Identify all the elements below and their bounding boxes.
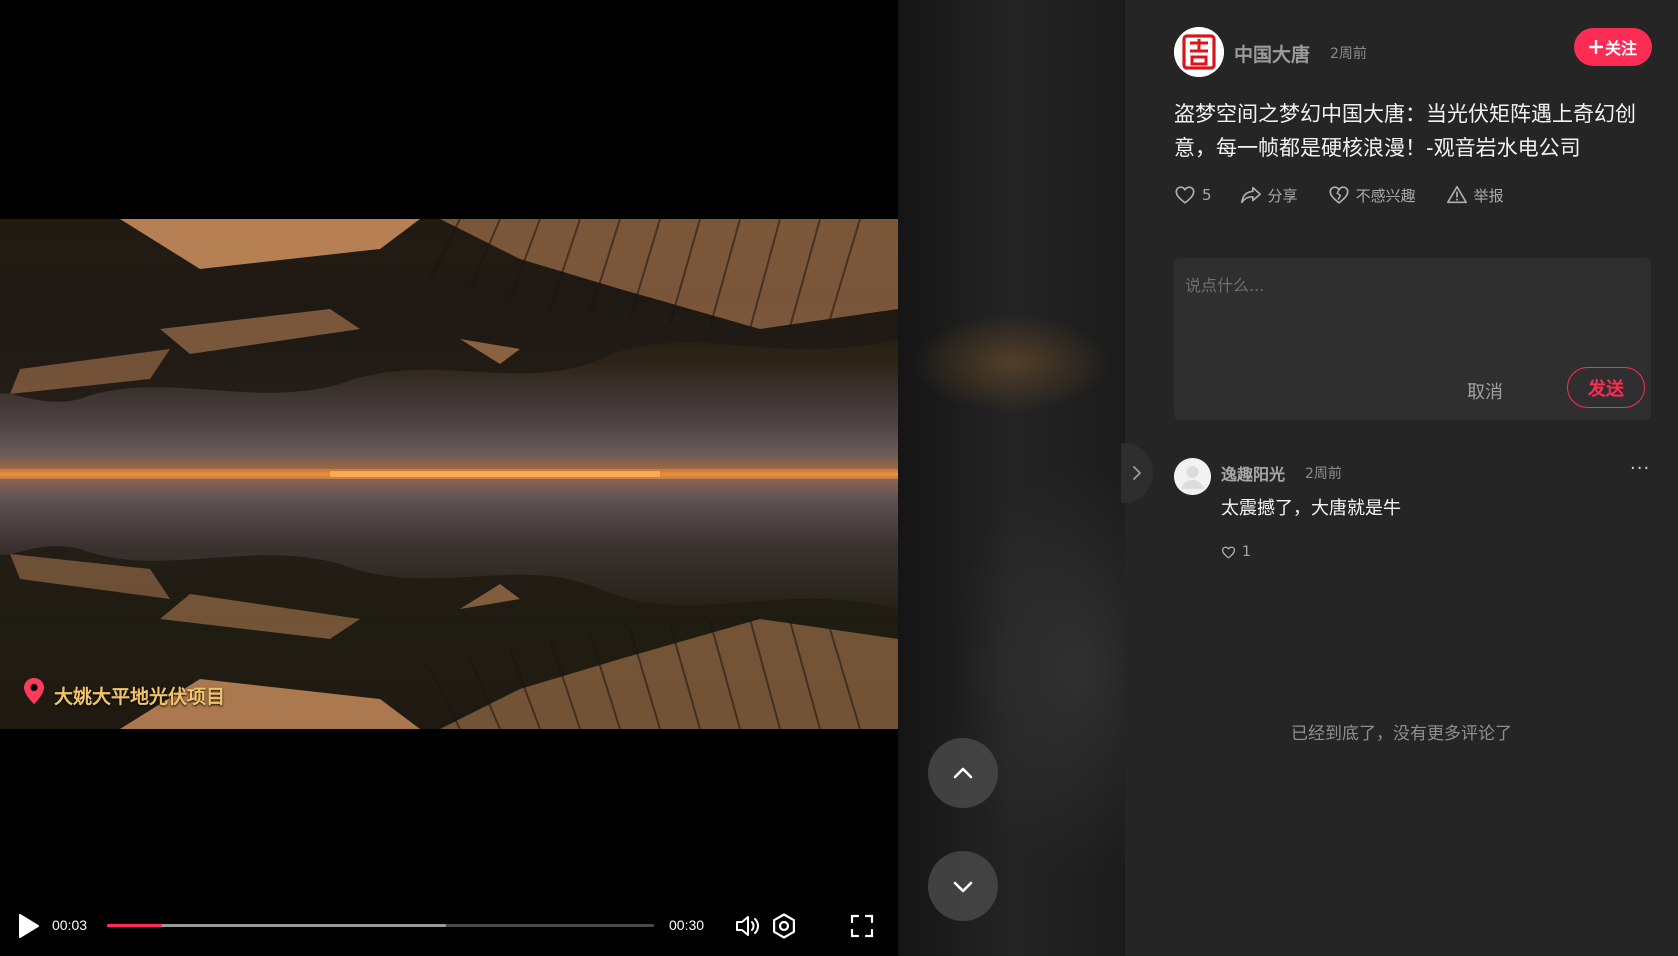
like-count: 5: [1202, 186, 1212, 204]
commenter-name[interactable]: 逸趣阳光: [1221, 461, 1285, 485]
video-controls: 00:03 00:30: [0, 896, 898, 956]
heart-icon: [1221, 546, 1236, 558]
brand-logo-icon: [1174, 27, 1224, 77]
cancel-button[interactable]: 取消: [1467, 378, 1503, 404]
previous-video-button[interactable]: [928, 738, 998, 808]
post-title: 盗梦空间之梦幻中国大唐：当光伏矩阵遇上奇幻创意，每一帧都是硬核浪漫！-观音岩水电…: [1174, 102, 1636, 160]
location-tag: 大姚大平地光伏项目: [24, 672, 225, 709]
comment-like-count: 1: [1242, 544, 1251, 560]
location-pin-icon: [24, 677, 44, 704]
comment-input[interactable]: [1183, 270, 1638, 360]
current-time: 00:03: [52, 917, 88, 933]
report-label: 举报: [1473, 186, 1504, 205]
send-button[interactable]: 发送: [1567, 367, 1645, 408]
end-of-comments: 已经到底了，没有更多评论了: [1291, 724, 1512, 744]
not-interested-button[interactable]: 不感兴趣: [1328, 184, 1416, 206]
commenter-avatar[interactable]: [1174, 458, 1211, 495]
chevron-down-icon: [953, 881, 973, 893]
video-scene: [0, 219, 898, 729]
video-frame[interactable]: [0, 219, 898, 729]
plus-icon: [1588, 40, 1603, 54]
follow-button[interactable]: 关注: [1574, 28, 1652, 66]
author-name[interactable]: 中国大唐: [1234, 40, 1310, 67]
chevron-right-icon: [1133, 466, 1141, 480]
default-avatar-icon: [1174, 458, 1211, 495]
share-button[interactable]: 分享: [1240, 184, 1298, 206]
progress-bar[interactable]: [107, 924, 654, 927]
share-icon: [1240, 186, 1261, 204]
post-actions: 5 分享 不感兴趣 举报: [1174, 184, 1504, 206]
location-label: 大姚大平地光伏项目: [54, 686, 226, 708]
play-icon[interactable]: [18, 913, 40, 939]
video-player[interactable]: 大姚大平地光伏项目 00:03 00:30: [0, 0, 898, 956]
author-avatar[interactable]: [1174, 27, 1224, 77]
collapse-panel-button[interactable]: [1121, 443, 1153, 503]
volume-icon[interactable]: [734, 913, 760, 939]
total-time: 00:30: [669, 917, 705, 933]
post-time: 2周前: [1330, 46, 1367, 62]
played-bar: [107, 924, 162, 927]
comment-like-button[interactable]: 1: [1221, 544, 1251, 560]
not-interested-label: 不感兴趣: [1355, 186, 1416, 205]
share-label: 分享: [1267, 186, 1298, 205]
fullscreen-icon[interactable]: [849, 913, 875, 939]
heart-icon: [1175, 186, 1195, 204]
report-button[interactable]: 举报: [1446, 184, 1504, 206]
detail-panel: 中国大唐 2周前 关注 盗梦空间之梦幻中国大唐：当光伏矩阵遇上奇幻创意，每一帧都…: [1121, 0, 1678, 956]
follow-label: 关注: [1604, 39, 1637, 58]
background-strip: [898, 0, 1125, 956]
warning-icon: [1446, 185, 1467, 204]
comment-time: 2周前: [1305, 466, 1342, 482]
broken-heart-icon: [1329, 186, 1349, 204]
comment-editor: 取消 发送: [1174, 258, 1651, 420]
comment-text: 太震撼了，大唐就是牛: [1221, 498, 1401, 519]
settings-icon[interactable]: [771, 913, 797, 939]
chevron-up-icon: [953, 767, 973, 779]
more-options-icon[interactable]: ···: [1630, 458, 1650, 479]
like-button[interactable]: 5: [1174, 184, 1212, 206]
next-video-button[interactable]: [928, 851, 998, 921]
